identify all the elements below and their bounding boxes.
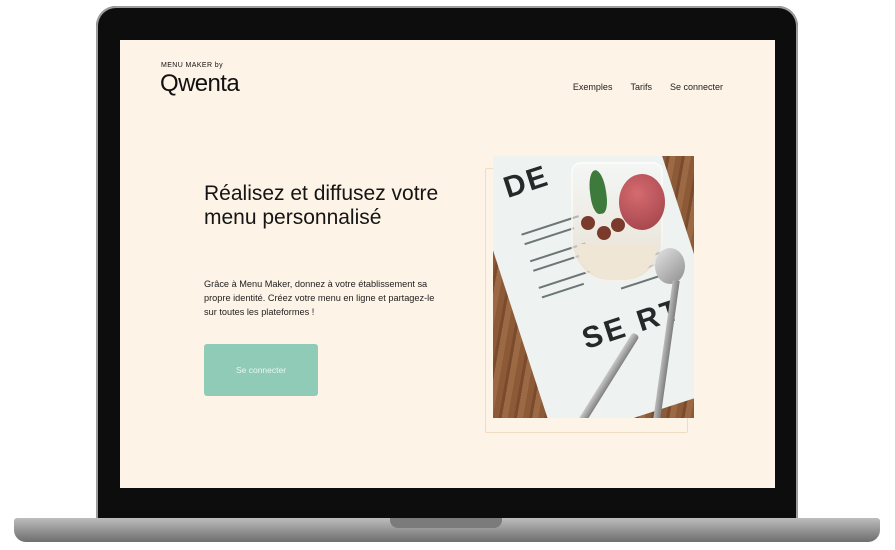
brand-logo[interactable]: Qwenta <box>160 70 240 98</box>
hero-description: Grâce à Menu Maker, donnez à votre établ… <box>204 279 435 317</box>
nav-link-tarifs[interactable]: Tarifs <box>630 82 652 92</box>
spoon <box>655 248 685 284</box>
nav-link-exemples[interactable]: Exemples <box>573 82 613 92</box>
laptop-notch <box>390 518 502 528</box>
top-nav: Exemples Tarifs Se connecter <box>573 82 723 92</box>
laptop-screen: MENU MAKER by Qwenta Exemples Tarifs Se … <box>120 40 775 488</box>
login-button[interactable]: Se connecter <box>204 344 318 396</box>
berry <box>597 226 611 240</box>
hero-title: Réalisez et diffusez votre menu personna… <box>204 182 439 229</box>
nav-link-login[interactable]: Se connecter <box>670 82 723 92</box>
berry <box>581 216 595 230</box>
menu-paper-heading-top: DE <box>499 159 554 205</box>
berry <box>611 218 625 232</box>
dessert-photo: DE SE RT <box>493 156 694 418</box>
sorbet-scoop <box>619 174 665 230</box>
logo-subtitle: MENU MAKER by <box>161 62 223 69</box>
